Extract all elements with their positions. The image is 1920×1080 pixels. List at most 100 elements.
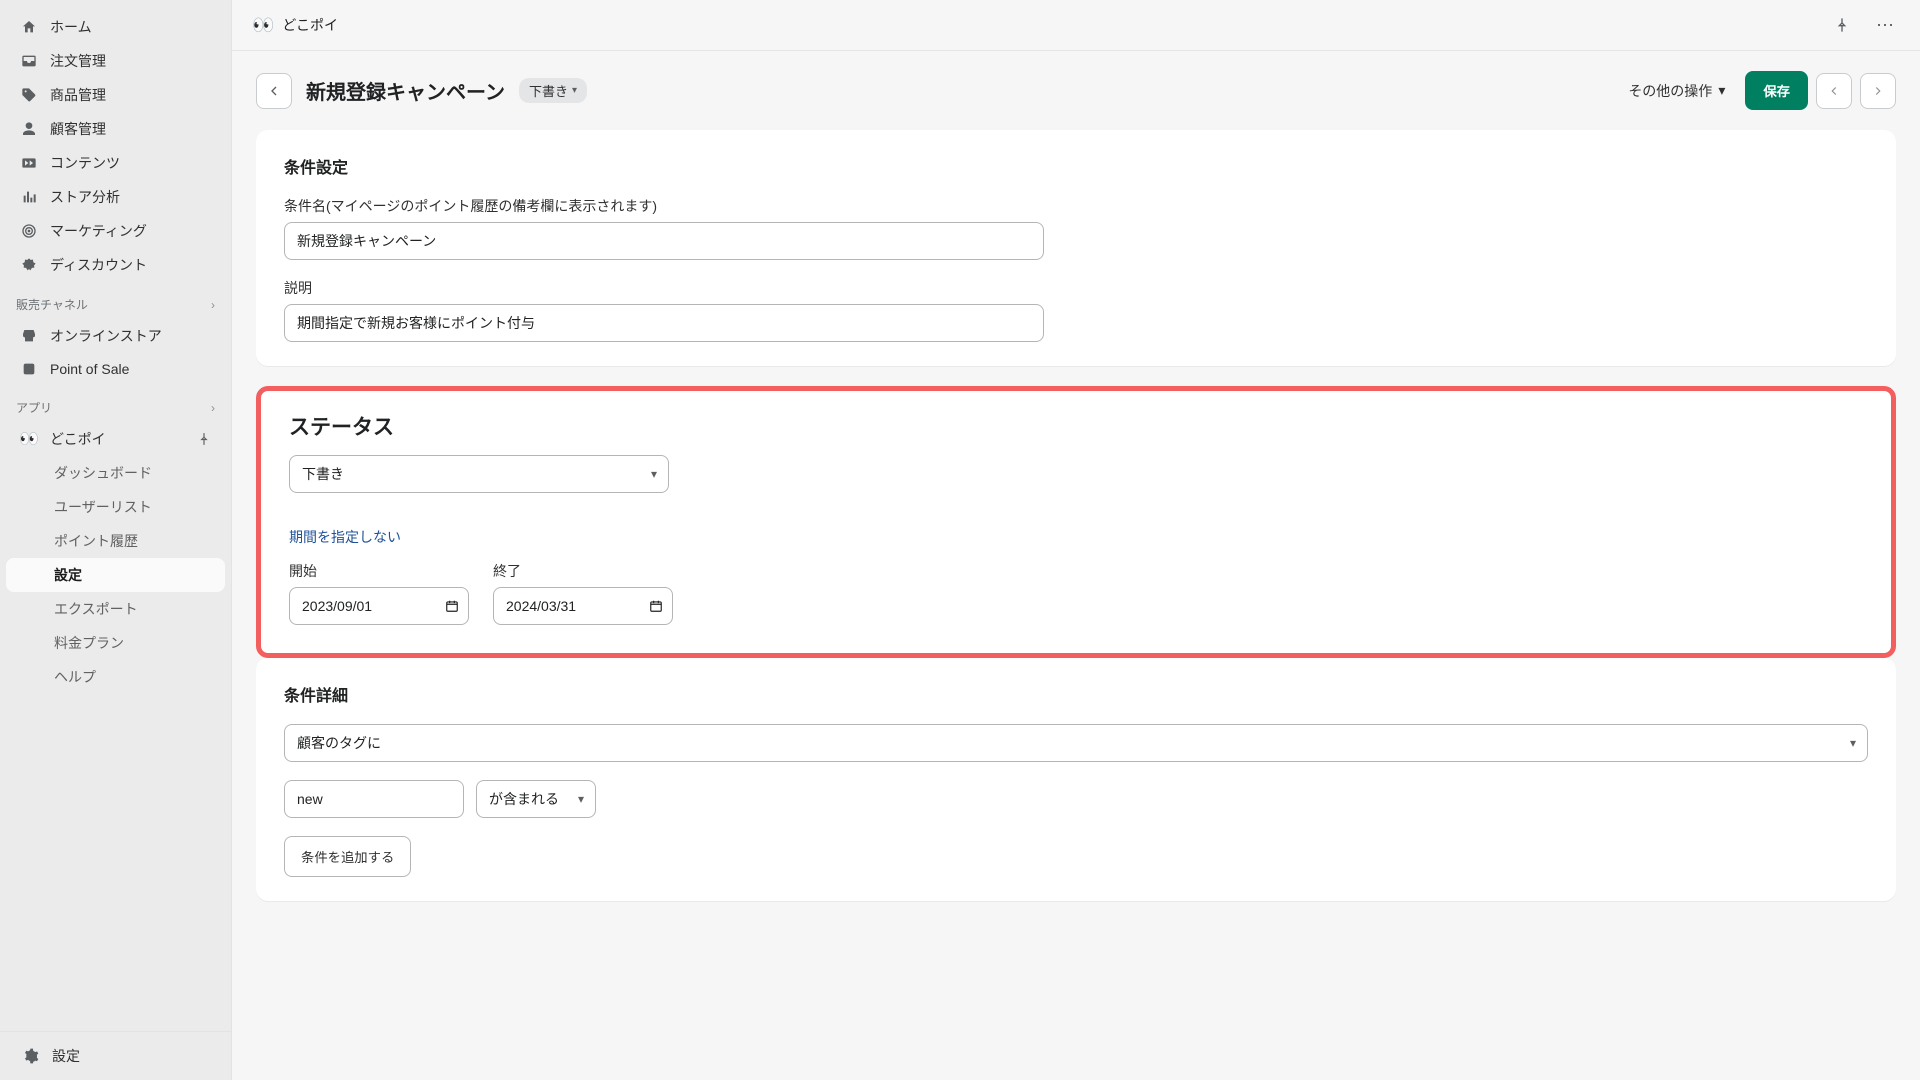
subnav-settings[interactable]: 設定 [6,558,225,592]
tag-row: が含まれる ▾ [284,780,1868,818]
nav-label: 商品管理 [50,85,106,105]
home-icon [20,18,38,36]
subnav-help[interactable]: ヘルプ [6,660,225,694]
field-status: 下書き ▾ [289,455,1863,493]
topbar-more-button[interactable]: ⋯ [1870,10,1900,40]
start-date-input[interactable] [289,587,469,625]
no-period-link[interactable]: 期間を指定しない [289,527,401,547]
subnav-label: エクスポート [54,599,138,619]
other-ops-label: その他の操作 [1628,81,1712,101]
caret-down-icon: ▾ [572,85,577,96]
nav-customers[interactable]: 顧客管理 [6,112,225,146]
app-name: どこポイ [282,15,338,35]
status-select[interactable]: 下書き [289,455,669,493]
description-input[interactable] [284,304,1044,342]
nav-label: ホーム [50,17,92,37]
page-title: 新規登録キャンペーン [306,76,505,105]
back-button[interactable] [256,73,292,109]
caret-down-icon: ▾ [1718,82,1725,99]
field-end-date: 終了 [493,561,673,625]
store-icon [20,327,38,345]
nav-label: マーケティング [50,221,147,241]
nav-discounts[interactable]: ディスカウント [6,248,225,282]
card-status-highlighted: ステータス 下書き ▾ 期間を指定しない 開始 [256,386,1896,658]
subnav-label: 設定 [54,565,82,585]
date-row: 開始 終了 [289,561,1863,625]
next-button[interactable] [1860,73,1896,109]
content-icon [20,154,38,172]
nav-label: 注文管理 [50,51,106,71]
chevron-right-icon: › [211,298,215,312]
field-target: 顧客のタグに ▾ [284,724,1868,762]
subnav-label: ポイント履歴 [54,531,138,551]
field-description: 説明 [284,278,1868,342]
field-label: 説明 [284,278,1868,298]
calendar-icon [649,599,663,613]
match-select[interactable]: が含まれる [476,780,596,818]
chart-icon [20,188,38,206]
main: 👀 どこポイ ⋯ 新規登録キャンペーン 下書き ▾ その他の操作 ▾ [232,0,1920,1080]
nav-label: コンテンツ [50,153,120,173]
nav-home[interactable]: ホーム [6,10,225,44]
chevron-right-icon: › [211,401,215,415]
field-label: 開始 [289,561,469,581]
save-button[interactable]: 保存 [1745,71,1808,110]
apps-header[interactable]: アプリ › [0,385,231,422]
channels-header-label: 販売チャネル [16,296,88,313]
footer-settings[interactable]: 設定 [6,1032,225,1080]
card-conditions: 条件設定 条件名(マイページのポイント履歴の備考欄に表示されます) 説明 [256,130,1896,366]
target-select[interactable]: 顧客のタグに [284,724,1868,762]
app-emoji-icon: 👀 [252,15,274,36]
page-header: 新規登録キャンペーン 下書き ▾ その他の操作 ▾ 保存 [256,71,1896,110]
nav-orders[interactable]: 注文管理 [6,44,225,78]
condition-name-input[interactable] [284,222,1044,260]
subnav-label: ダッシュボード [54,463,152,483]
nav-analytics[interactable]: ストア分析 [6,180,225,214]
gear-icon [22,1047,40,1065]
tag-value-input[interactable] [284,780,464,818]
channel-online-store[interactable]: オンラインストア [6,319,225,353]
nav-label: 顧客管理 [50,119,106,139]
end-date-input[interactable] [493,587,673,625]
sidebar-footer: 設定 [0,1031,231,1080]
content: 新規登録キャンペーン 下書き ▾ その他の操作 ▾ 保存 条件設定 [232,51,1920,961]
subnav-label: ヘルプ [54,667,96,687]
sidebar: ホーム 注文管理 商品管理 顧客管理 コンテンツ ストア分析 [0,0,232,1080]
add-condition-button[interactable]: 条件を追加する [284,836,411,877]
inbox-icon [20,52,38,70]
nav-products[interactable]: 商品管理 [6,78,225,112]
prev-button[interactable] [1816,73,1852,109]
app-badge[interactable]: 👀 どこポイ [252,15,338,36]
subnav-export[interactable]: エクスポート [6,592,225,626]
calendar-icon [445,599,459,613]
status-badge-label: 下書き [529,81,568,100]
subnav-pricing[interactable]: 料金プラン [6,626,225,660]
subnav-label: 料金プラン [54,633,124,653]
card-heading: ステータス [289,411,1863,441]
channel-pos[interactable]: Point of Sale [6,353,225,385]
header-actions: その他の操作 ▾ 保存 [1616,71,1896,110]
subnav-label: ユーザーリスト [54,497,152,517]
subnav-dashboard[interactable]: ダッシュボード [6,456,225,490]
apps-header-label: アプリ [16,399,52,416]
channel-label: Point of Sale [50,361,129,377]
sidebar-current-app[interactable]: 👀 どこポイ [6,422,225,456]
field-label: 条件名(マイページのポイント履歴の備考欄に表示されます) [284,196,1868,216]
nav-label: ディスカウント [50,255,147,275]
nav-label: ストア分析 [50,187,120,207]
nav-marketing[interactable]: マーケティング [6,214,225,248]
subnav-point-history[interactable]: ポイント履歴 [6,524,225,558]
channel-label: オンラインストア [50,326,162,346]
nav-content[interactable]: コンテンツ [6,146,225,180]
topbar-pin-button[interactable] [1828,11,1856,39]
subnav-userlist[interactable]: ユーザーリスト [6,490,225,524]
card-heading: 条件詳細 [284,682,1868,706]
status-badge[interactable]: 下書き ▾ [519,78,587,103]
channels-header[interactable]: 販売チャネル › [0,282,231,319]
card-detail: 条件詳細 顧客のタグに ▾ が含まれる ▾ [256,658,1896,901]
other-ops-button[interactable]: その他の操作 ▾ [1616,73,1737,109]
tag-icon [20,86,38,104]
card-heading: 条件設定 [284,154,1868,178]
primary-nav: ホーム 注文管理 商品管理 顧客管理 コンテンツ ストア分析 [0,10,231,282]
pin-icon[interactable] [197,432,211,446]
